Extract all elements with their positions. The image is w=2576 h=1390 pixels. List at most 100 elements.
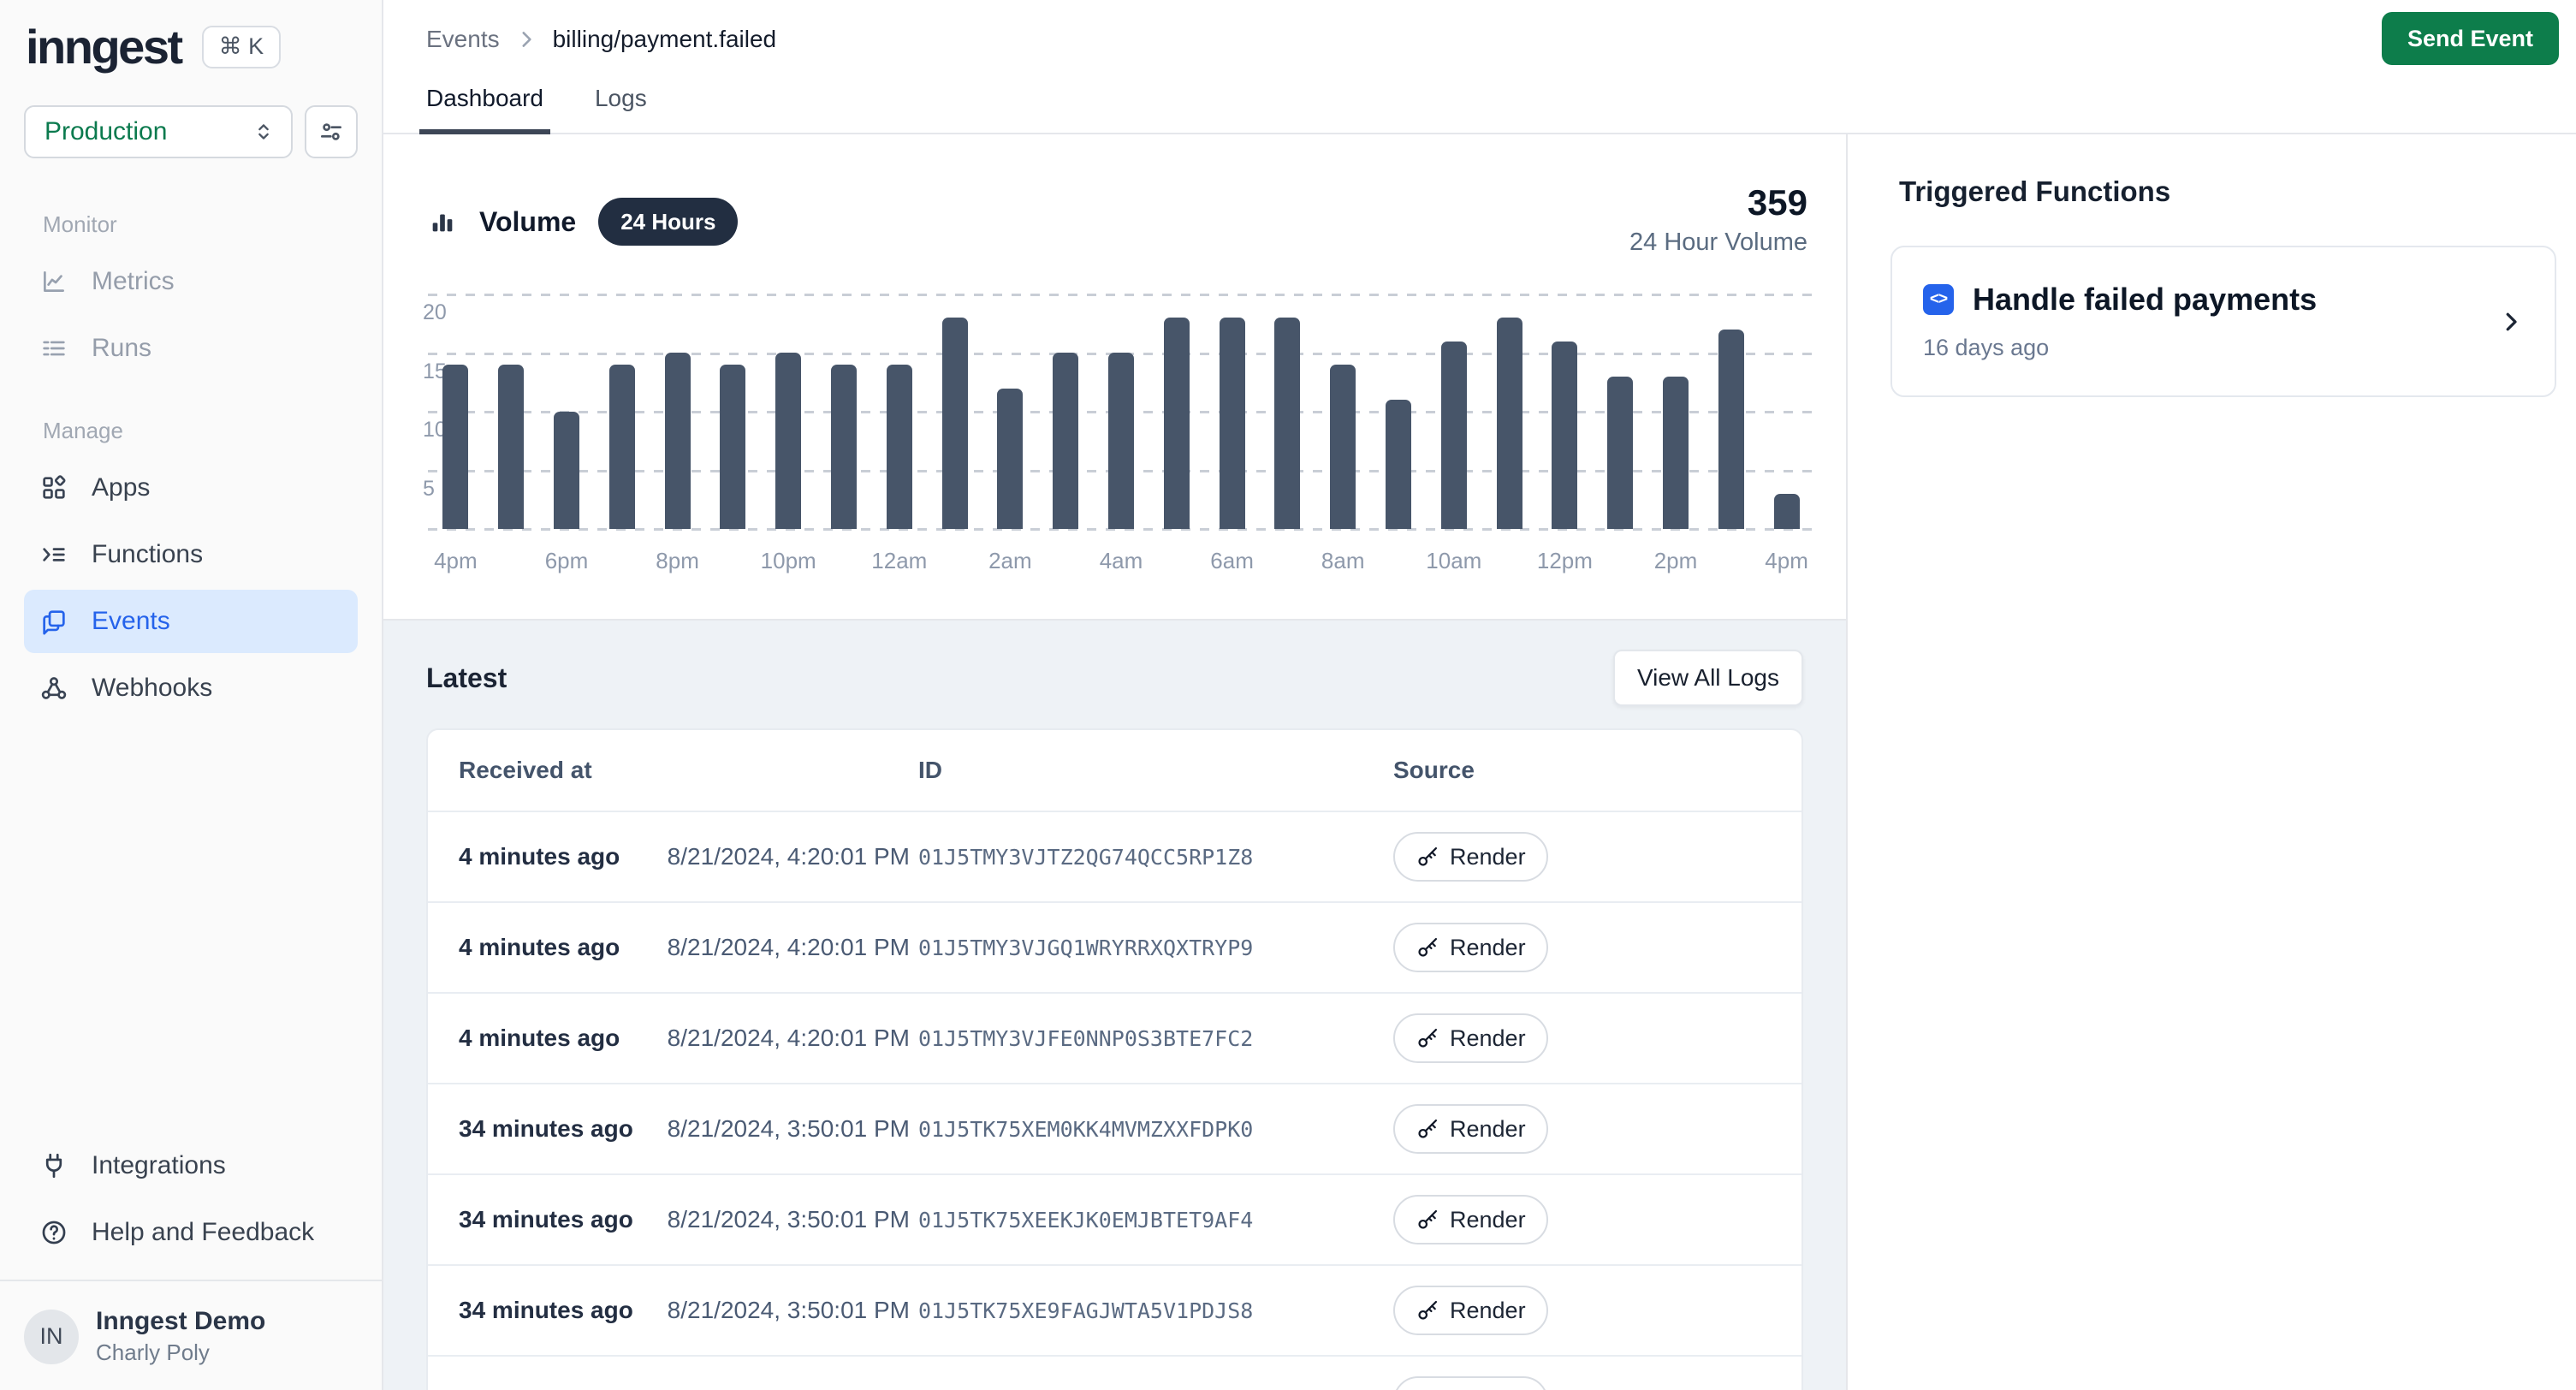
key-icon bbox=[1416, 1026, 1439, 1050]
view-all-logs-button[interactable]: View All Logs bbox=[1613, 650, 1803, 706]
event-row[interactable]: 4 minutes ago 8/21/2024, 4:20:01 PM 01J5… bbox=[428, 992, 1801, 1083]
event-relative-time: 4 minutes ago bbox=[459, 934, 620, 961]
tab-bar: Dashboard Logs bbox=[419, 85, 654, 134]
event-row[interactable]: 34 minutes ago 8/21/2024, 3:50:01 PM 01J… bbox=[428, 1264, 1801, 1355]
code-icon: <> bbox=[1923, 284, 1954, 315]
chevron-updown-icon bbox=[252, 120, 276, 144]
chevron-right-icon bbox=[2498, 309, 2524, 335]
volume-bar-8pm-4 bbox=[665, 353, 691, 529]
column-received-at: Received at bbox=[459, 757, 918, 784]
environment-settings-button[interactable] bbox=[305, 105, 358, 158]
chevron-right-icon bbox=[515, 28, 537, 50]
event-timestamp: 8/21/2024, 4:20:01 PM bbox=[668, 843, 910, 870]
function-name: Handle failed payments bbox=[1973, 282, 2317, 318]
event-timestamp: 8/21/2024, 4:20:01 PM bbox=[668, 1025, 910, 1052]
sidebar-item-integrations[interactable]: Integrations bbox=[24, 1134, 358, 1197]
user-menu[interactable]: IN Inngest Demo Charly Poly bbox=[0, 1297, 382, 1376]
volume-bar-2am-10 bbox=[997, 389, 1023, 529]
event-row[interactable]: 4 minutes ago 8/21/2024, 4:20:01 PM 01J5… bbox=[428, 901, 1801, 992]
event-row[interactable]: 34 minutes ago 8/21/2024, 3:50:01 PM 01J… bbox=[428, 1173, 1801, 1264]
nav-section-label: Manage bbox=[43, 418, 382, 444]
x-axis-tick-label: 6am bbox=[1210, 548, 1254, 574]
volume-bar-4pm-24 bbox=[1774, 494, 1800, 529]
volume-bar-chart: 5101520 bbox=[428, 294, 1814, 529]
volume-bar-3am-11 bbox=[1053, 353, 1078, 529]
metrics-icon bbox=[39, 266, 69, 297]
event-source-label: Render bbox=[1450, 1025, 1526, 1052]
event-timestamp: 8/21/2024, 3:50:01 PM bbox=[668, 1206, 910, 1233]
event-row[interactable]: 44 minutes ago 8/21/2024, 3:40:01 PM 01J… bbox=[428, 1355, 1801, 1390]
events-table: Received at ID Source 4 minutes ago 8/21… bbox=[426, 728, 1803, 1390]
x-axis-tick-label: 10pm bbox=[761, 548, 816, 574]
inngest-dashboard: inngest ⌘ K Production Monitor Metrics R… bbox=[0, 0, 2576, 1390]
event-source-button[interactable]: Render bbox=[1393, 1013, 1548, 1063]
event-source-button[interactable]: Render bbox=[1393, 832, 1548, 882]
send-event-button[interactable]: Send Event bbox=[2382, 12, 2559, 65]
tab-logs[interactable]: Logs bbox=[588, 85, 654, 134]
nav-section-label: Monitor bbox=[43, 211, 382, 238]
latest-section: Latest View All Logs Received at ID Sour… bbox=[383, 619, 1846, 1390]
event-source-button[interactable]: Render bbox=[1393, 1286, 1548, 1335]
event-source-label: Render bbox=[1450, 935, 1526, 961]
volume-bar-5pm-1 bbox=[498, 365, 524, 529]
triggered-function-card[interactable]: <> Handle failed payments 16 days ago bbox=[1890, 246, 2556, 397]
volume-bar-3pm-23 bbox=[1718, 330, 1744, 529]
sidebar-footer: Integrations Help and Feedback IN Innges… bbox=[0, 1131, 382, 1390]
sidebar-item-label: Help and Feedback bbox=[92, 1218, 314, 1247]
volume-bar-7am-15 bbox=[1274, 318, 1300, 529]
sidebar-item-metrics[interactable]: Metrics bbox=[24, 250, 358, 313]
chart-x-axis: 4pm6pm8pm10pm12am2am4am6am8am10am12pm2pm… bbox=[428, 541, 1814, 580]
logo-row: inngest ⌘ K bbox=[0, 0, 382, 74]
user-name: Charly Poly bbox=[96, 1340, 265, 1366]
sidebar: inngest ⌘ K Production Monitor Metrics R… bbox=[0, 0, 383, 1390]
volume-bar-10pm-6 bbox=[775, 353, 801, 529]
sidebar-item-label: Apps bbox=[92, 473, 150, 502]
sidebar-item-events[interactable]: Events bbox=[24, 590, 358, 653]
environment-selector[interactable]: Production bbox=[24, 105, 293, 158]
sidebar-item-apps[interactable]: Apps bbox=[24, 456, 358, 520]
event-source-button[interactable]: Render bbox=[1393, 923, 1548, 972]
command-k-shortcut-badge[interactable]: ⌘ K bbox=[202, 26, 282, 68]
volume-bar-11am-19 bbox=[1497, 318, 1522, 529]
x-axis-tick-label: 12pm bbox=[1537, 548, 1593, 574]
tab-dashboard[interactable]: Dashboard bbox=[419, 85, 550, 134]
range-badge[interactable]: 24 Hours bbox=[598, 198, 738, 246]
event-row[interactable]: 4 minutes ago 8/21/2024, 4:20:01 PM 01J5… bbox=[428, 811, 1801, 901]
environment-value: Production bbox=[45, 117, 167, 146]
sidebar-item-functions[interactable]: Functions bbox=[24, 523, 358, 586]
event-source-button[interactable]: Render bbox=[1393, 1376, 1548, 1390]
webhooks-icon bbox=[39, 673, 69, 704]
sidebar-item-runs[interactable]: Runs bbox=[24, 317, 358, 380]
event-source-label: Render bbox=[1450, 1207, 1526, 1233]
event-id: 01J5TMY3VJFE0NNP0S3BTE7FC2 bbox=[918, 1026, 1393, 1051]
key-icon bbox=[1416, 936, 1439, 959]
event-source-label: Render bbox=[1450, 1116, 1526, 1143]
key-icon bbox=[1416, 1117, 1439, 1141]
table-header: Received at ID Source bbox=[428, 730, 1801, 811]
key-icon bbox=[1416, 1208, 1439, 1232]
event-relative-time: 34 minutes ago bbox=[459, 1115, 633, 1143]
volume-bar-9pm-5 bbox=[720, 365, 745, 529]
events-icon bbox=[39, 606, 69, 637]
volume-title: Volume bbox=[479, 206, 576, 238]
bar-chart-icon bbox=[428, 207, 457, 236]
event-source-button[interactable]: Render bbox=[1393, 1195, 1548, 1244]
event-row[interactable]: 34 minutes ago 8/21/2024, 3:50:01 PM 01J… bbox=[428, 1083, 1801, 1173]
event-id: 01J5TMY3VJTZ2QG74QCC5RP1Z8 bbox=[918, 845, 1393, 870]
sidebar-item-label: Metrics bbox=[92, 267, 175, 296]
sidebar-item-label: Runs bbox=[92, 334, 151, 363]
volume-bar-8am-16 bbox=[1330, 365, 1356, 529]
latest-title: Latest bbox=[426, 662, 507, 694]
volume-bar-12pm-20 bbox=[1552, 342, 1577, 529]
volume-bar-4am-12 bbox=[1108, 353, 1134, 529]
user-org: Inngest Demo bbox=[96, 1307, 265, 1336]
event-id: 01J5TK75XEM0KK4MVMZXXFDPK0 bbox=[918, 1117, 1393, 1142]
breadcrumb-events-link[interactable]: Events bbox=[426, 26, 500, 53]
volume-bar-4pm-0 bbox=[442, 365, 468, 529]
x-axis-tick-label: 10am bbox=[1426, 548, 1481, 574]
event-source-button[interactable]: Render bbox=[1393, 1104, 1548, 1154]
volume-bar-5am-13 bbox=[1164, 318, 1190, 529]
sidebar-item-webhooks[interactable]: Webhooks bbox=[24, 656, 358, 720]
sidebar-item-label: Integrations bbox=[92, 1151, 226, 1180]
sidebar-item-help[interactable]: Help and Feedback bbox=[24, 1201, 358, 1264]
